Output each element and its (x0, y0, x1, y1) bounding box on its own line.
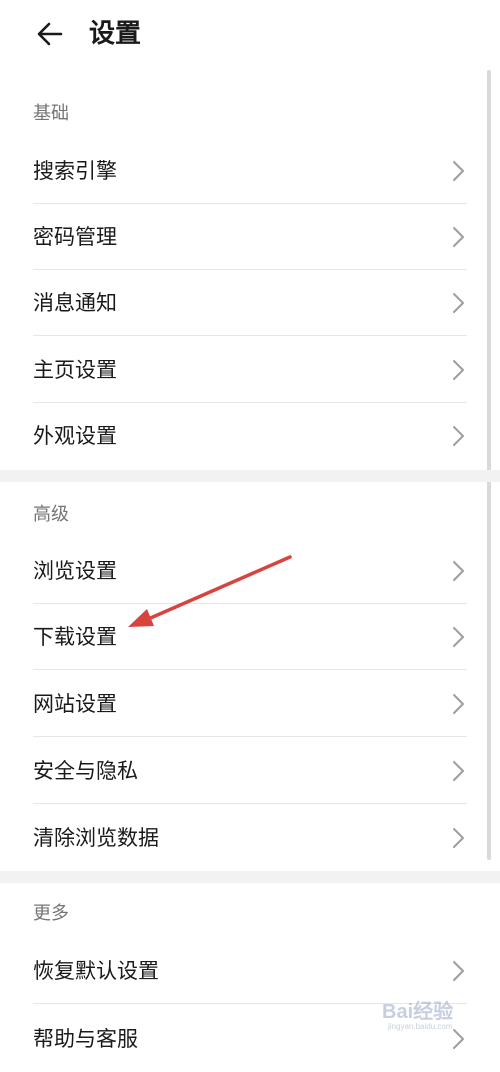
chevron-right-icon (453, 161, 464, 181)
chevron-right-icon (453, 627, 464, 647)
divider (33, 669, 467, 670)
item-label: 消息通知 (33, 291, 117, 315)
settings-item-search-engine[interactable]: 搜索引擎 (0, 138, 500, 204)
item-label: 浏览设置 (33, 559, 117, 583)
section-separator (0, 470, 500, 482)
divider (33, 736, 467, 737)
settings-item-notifications[interactable]: 消息通知 (0, 270, 500, 336)
chevron-right-icon (453, 828, 464, 848)
chevron-right-icon (453, 293, 464, 313)
chevron-right-icon (453, 426, 464, 446)
settings-item-clear-browsing-data[interactable]: 清除浏览数据 (0, 805, 500, 871)
chevron-right-icon (453, 227, 464, 247)
settings-item-security-privacy[interactable]: 安全与隐私 (0, 738, 500, 804)
settings-item-site[interactable]: 网站设置 (0, 671, 500, 737)
item-label: 帮助与客服 (33, 1027, 138, 1051)
item-label: 网站设置 (33, 692, 117, 716)
item-label: 清除浏览数据 (33, 826, 159, 850)
divider (33, 803, 467, 804)
settings-item-appearance[interactable]: 外观设置 (0, 403, 500, 469)
settings-item-homepage[interactable]: 主页设置 (0, 337, 500, 403)
item-label: 密码管理 (33, 225, 117, 249)
top-bar: 设置 (0, 0, 500, 68)
arrow-left-icon (37, 22, 63, 46)
settings-item-restore-defaults[interactable]: 恢复默认设置 (0, 938, 500, 1004)
section-title-basic: 基础 (33, 103, 69, 124)
settings-item-help-support[interactable]: 帮助与客服 (0, 1006, 500, 1072)
item-label: 恢复默认设置 (33, 959, 159, 983)
item-label: 安全与隐私 (33, 759, 138, 783)
chevron-right-icon (453, 360, 464, 380)
item-label: 主页设置 (33, 358, 117, 382)
item-label: 外观设置 (33, 424, 117, 448)
divider (33, 1003, 467, 1004)
chevron-right-icon (453, 561, 464, 581)
chevron-right-icon (453, 1029, 464, 1049)
chevron-right-icon (453, 694, 464, 714)
section-title-more: 更多 (33, 903, 69, 924)
section-separator (0, 871, 500, 883)
settings-item-download[interactable]: 下载设置 (0, 604, 500, 670)
item-label: 下载设置 (33, 625, 117, 649)
chevron-right-icon (453, 961, 464, 981)
back-button[interactable] (30, 14, 70, 54)
divider (33, 335, 467, 336)
page-title: 设置 (89, 19, 142, 49)
settings-item-password-manager[interactable]: 密码管理 (0, 204, 500, 270)
settings-item-browsing[interactable]: 浏览设置 (0, 538, 500, 604)
chevron-right-icon (453, 761, 464, 781)
item-label: 搜索引擎 (33, 159, 117, 183)
section-title-advanced: 高级 (33, 504, 69, 525)
